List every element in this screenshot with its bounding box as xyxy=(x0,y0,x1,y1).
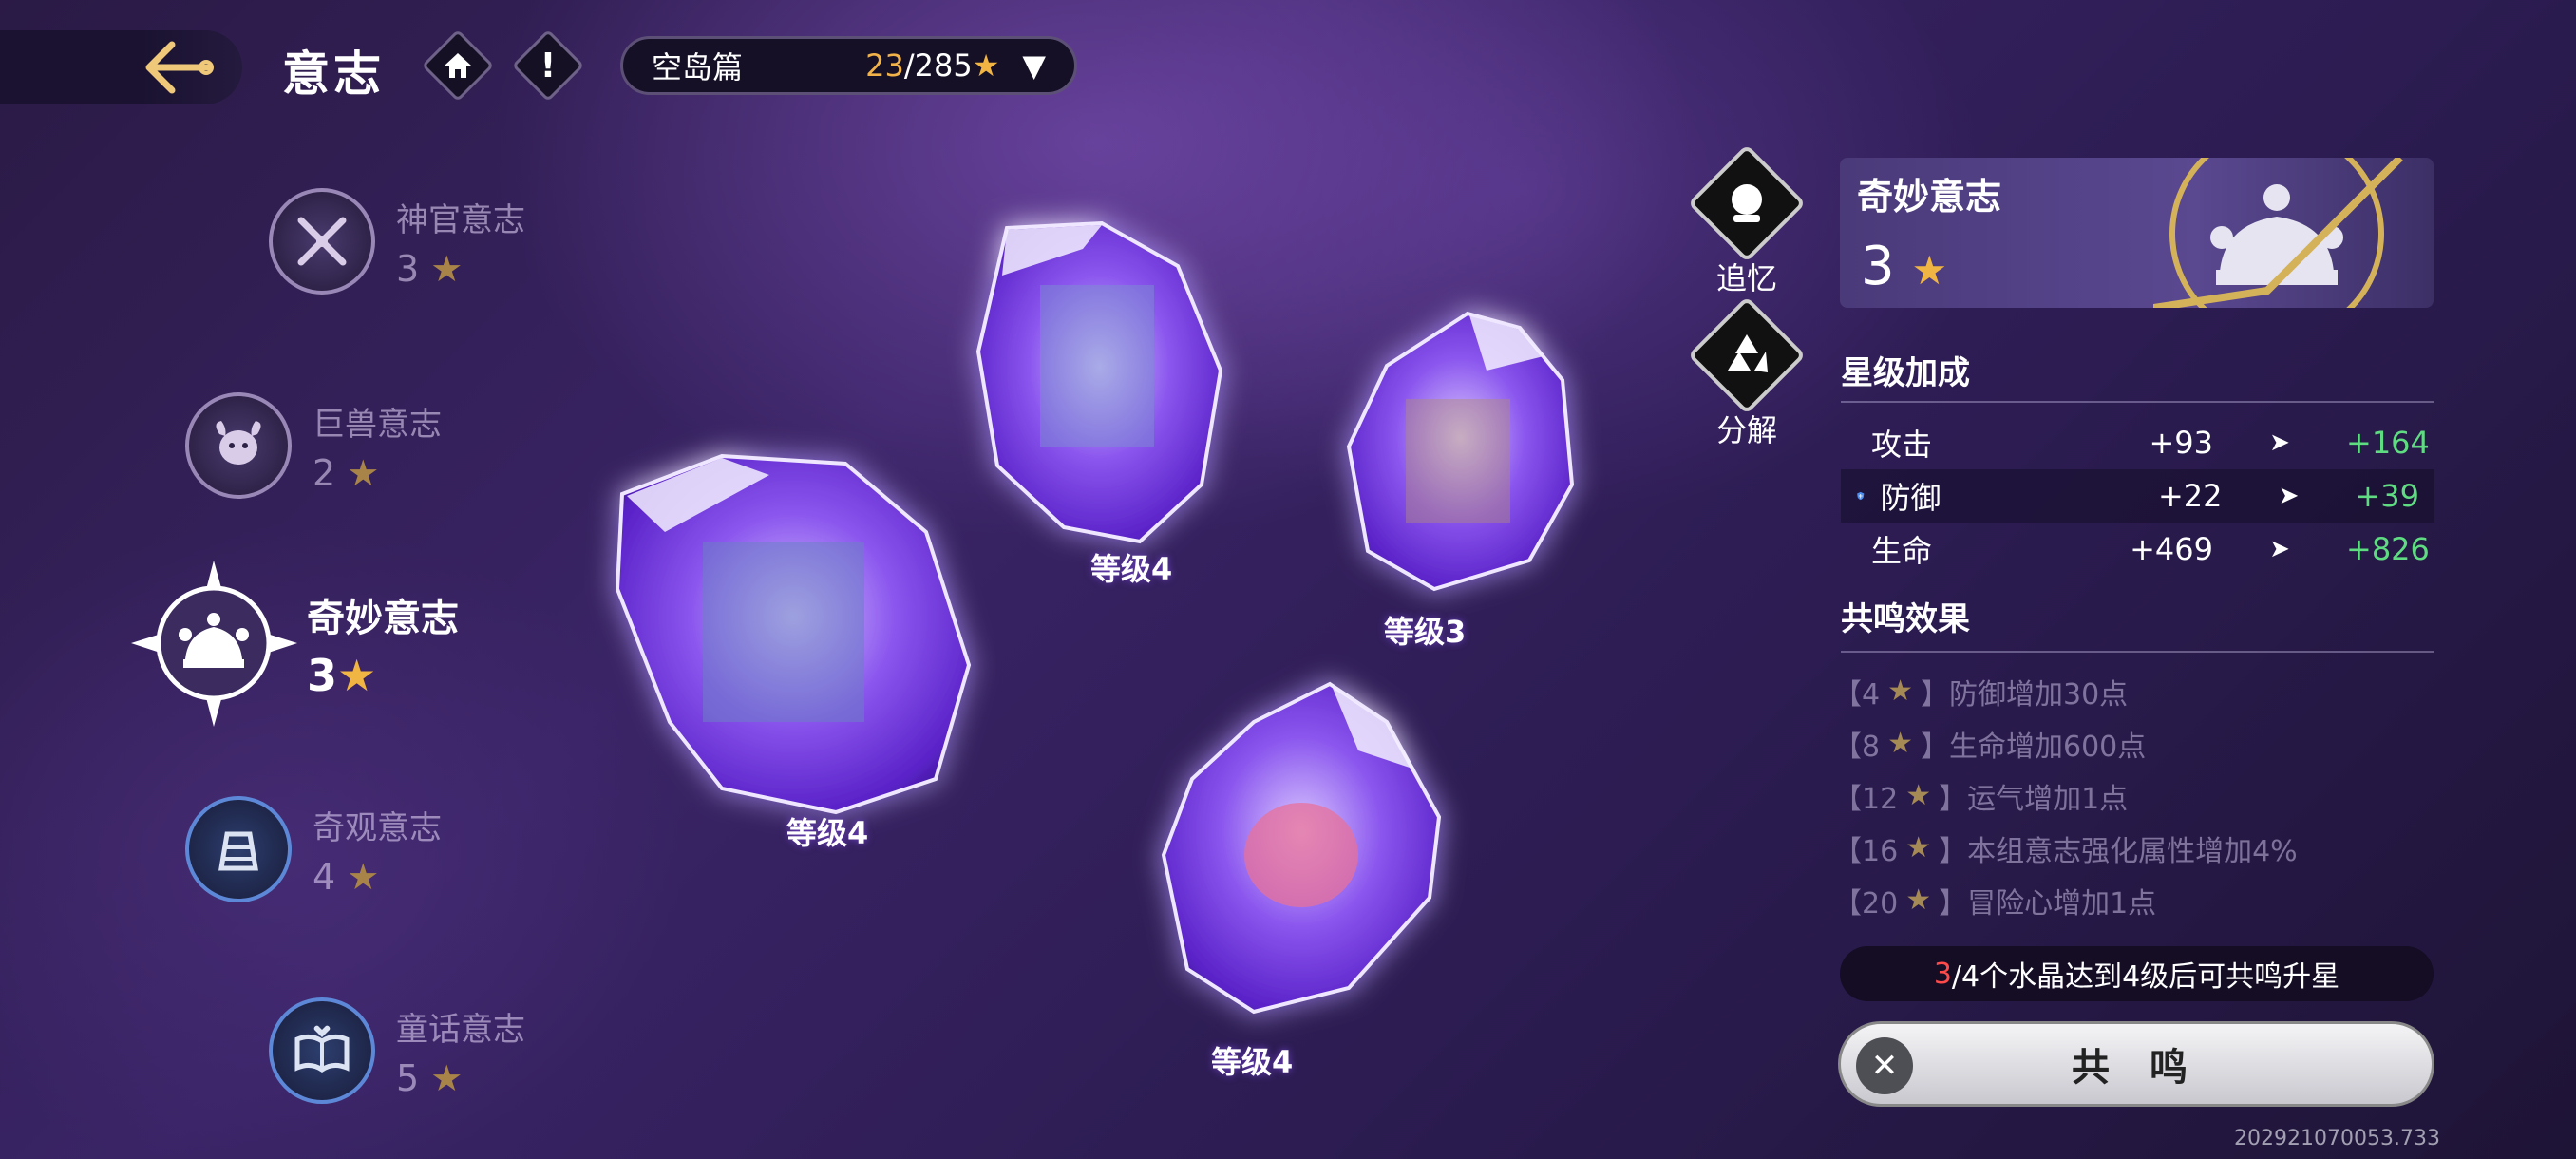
resonance-level: 【12 xyxy=(1833,782,1899,816)
decompose-button[interactable]: 分解 xyxy=(1687,295,1807,450)
stat-current: +469 xyxy=(2130,531,2213,567)
detail-star-count: 3 xyxy=(1861,236,1895,297)
arrow-right-icon: ➤ xyxy=(2278,482,2300,510)
resonance-text: 生命增加600点 xyxy=(1949,730,2147,764)
resonance-text: 运气增加1点 xyxy=(1967,782,2129,816)
arrow-right-icon: ➤ xyxy=(2269,428,2290,457)
star-icon: ★ xyxy=(1911,247,1948,294)
crystal-top[interactable] xyxy=(975,220,1223,544)
stat-name: 生命 xyxy=(1871,533,1933,569)
stat-current: +93 xyxy=(2149,425,2213,461)
build-id: 202921070053.733 xyxy=(2234,1127,2440,1150)
jester-hat-emblem-icon xyxy=(2153,158,2403,308)
crystal-ball-icon xyxy=(1732,184,1762,222)
star-icon: ★ xyxy=(1905,884,1932,917)
close-icon: ✕ xyxy=(1856,1037,1913,1094)
bracket: 】 xyxy=(1939,782,1968,816)
star-icon: ★ xyxy=(1887,674,1913,708)
resonance-level: 【8 xyxy=(1833,730,1881,764)
stat-row-attack: 攻击 +93 ➤ +164 xyxy=(1841,416,2434,469)
resonance-item: 【8 ★】生命增加600点 xyxy=(1833,717,2441,770)
crystal-level-label: 等级4 xyxy=(1090,551,1173,587)
star-icon: ★ xyxy=(1887,727,1913,760)
resonance-title: 共鸣效果 xyxy=(1841,600,1970,638)
divider xyxy=(1841,651,2434,653)
crystal-right[interactable] xyxy=(1346,311,1575,592)
bracket: 】 xyxy=(1921,677,1949,712)
stat-next: +164 xyxy=(2346,425,2430,461)
resonance-item: 【4 ★】防御增加30点 xyxy=(1833,665,2441,717)
resonate-label: 共 鸣 xyxy=(2072,1046,2201,1090)
resonance-item: 【12 ★】运气增加1点 xyxy=(1833,770,2441,822)
crystal-level-label: 等级4 xyxy=(1211,1044,1294,1080)
stat-name: 防御 xyxy=(1880,480,1941,516)
stat-table: 攻击 +93 ➤ +164 防御 +22 ➤ +39 生命 +469 ➤ +82… xyxy=(1841,416,2434,576)
resonance-list: 【4 ★】防御增加30点 【8 ★】生命增加600点 【12 ★】运气增加1点 【16… xyxy=(1833,665,2441,926)
will-detail-card: 奇妙意志 3 ★ xyxy=(1840,158,2434,308)
crystal-bottom[interactable] xyxy=(1161,681,1442,1015)
hint-count: 3 xyxy=(1933,957,1952,991)
decompose-label: 分解 xyxy=(1715,412,1777,448)
recall-label: 追忆 xyxy=(1715,260,1777,296)
crystal-level-label: 等级4 xyxy=(786,815,869,851)
recycle-icon xyxy=(1728,334,1768,372)
stat-next: +39 xyxy=(2355,478,2419,514)
stat-current: +22 xyxy=(2157,478,2223,514)
arrow-right-icon: ➤ xyxy=(2269,535,2290,563)
crystal-level-label: 等级3 xyxy=(1384,614,1467,650)
resonate-button[interactable]: ✕ 共 鸣 xyxy=(1838,1021,2434,1107)
resonance-level: 【16 xyxy=(1833,834,1899,868)
resonance-level: 【20 xyxy=(1833,886,1899,921)
detail-will-name: 奇妙意志 xyxy=(1857,176,2002,218)
resonance-item: 【20 ★】冒险心增加1点 xyxy=(1833,874,2441,926)
recall-button[interactable]: 追忆 xyxy=(1687,143,1807,298)
shield-icon xyxy=(1857,491,1865,501)
resonance-text: 本组意志强化属性增加4% xyxy=(1967,834,2298,868)
crystal-left[interactable] xyxy=(615,453,972,815)
stat-next: +826 xyxy=(2346,531,2430,567)
bracket: 】 xyxy=(1921,730,1949,764)
resonance-text: 冒险心增加1点 xyxy=(1967,886,2157,921)
star-icon: ★ xyxy=(1905,779,1932,812)
hint-text: /4个水晶达到4级后可共鸣升星 xyxy=(1951,960,2340,994)
resonance-item: 【16 ★】本组意志强化属性增加4% xyxy=(1833,822,2441,874)
star-icon: ★ xyxy=(1905,831,1932,864)
resonance-level: 【4 xyxy=(1833,677,1881,712)
resonance-text: 防御增加30点 xyxy=(1949,677,2129,712)
bracket: 】 xyxy=(1939,834,1968,868)
star-bonus-title: 星级加成 xyxy=(1841,354,1970,392)
bracket: 】 xyxy=(1939,886,1968,921)
resonance-hint: 3/4个水晶达到4级后可共鸣升星 xyxy=(1840,946,2434,1001)
stat-row-defense: 防御 +22 ➤ +39 xyxy=(1841,469,2434,522)
divider xyxy=(1841,401,2434,403)
stat-row-health: 生命 +469 ➤ +826 xyxy=(1841,522,2434,576)
stat-name: 攻击 xyxy=(1871,427,1933,463)
